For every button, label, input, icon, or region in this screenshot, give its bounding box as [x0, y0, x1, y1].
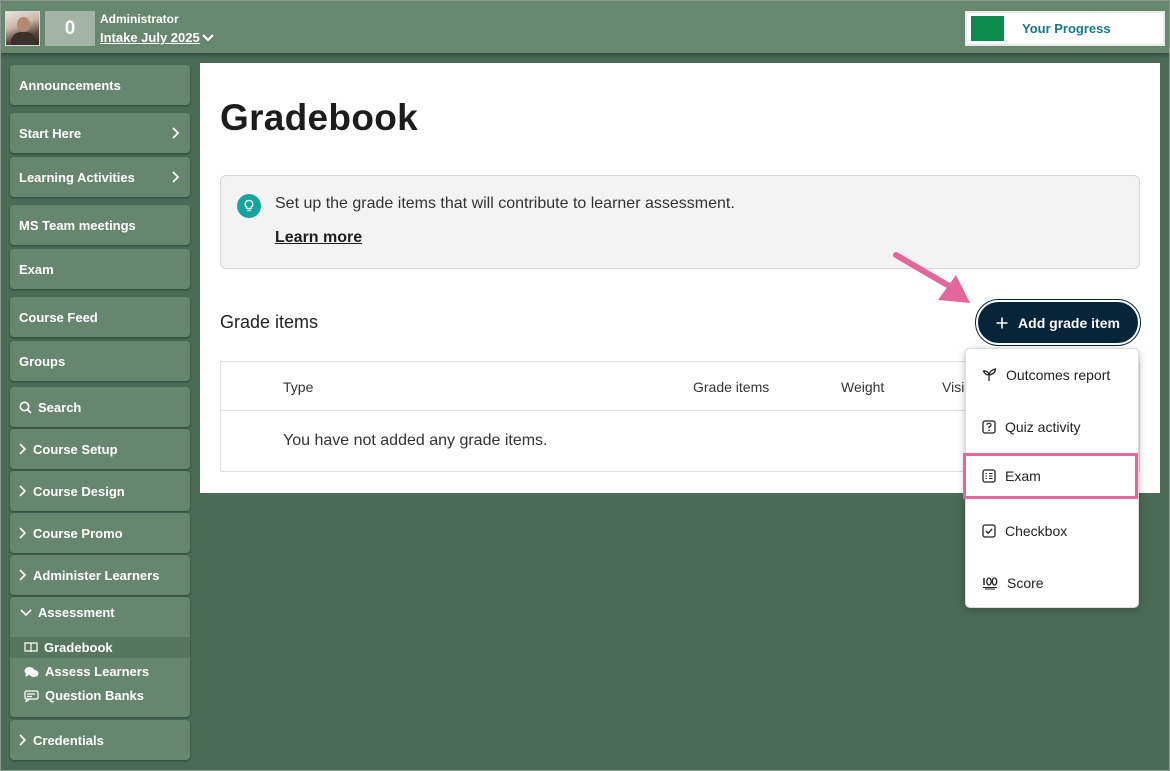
book-icon [24, 642, 38, 653]
chevron-down-icon [20, 608, 32, 616]
sidebar-item-question-banks[interactable]: Question Banks [10, 685, 190, 706]
add-grade-item-label: Add grade item [1018, 314, 1120, 331]
hundred-points-icon [983, 577, 998, 590]
intake-selector[interactable]: Intake July 2025 [100, 30, 214, 45]
add-grade-item-menu: Outcomes report Quiz activity Exam Check… [963, 348, 1139, 608]
sprout-icon [982, 368, 997, 381]
column-header-type: Type [283, 379, 314, 395]
info-callout: Set up the grade items that will contrib… [220, 175, 1140, 269]
sidebar-item-course-feed[interactable]: Course Feed [10, 297, 190, 337]
chevron-right-icon [172, 171, 180, 183]
sidebar-item-label: Search [38, 399, 82, 415]
chevron-right-icon [19, 527, 27, 539]
sidebar-item-label: Exam [19, 261, 54, 277]
chevron-right-icon [19, 485, 27, 497]
user-role: Administrator [100, 12, 179, 26]
page-title: Gradebook [220, 97, 419, 138]
sidebar-item-label: Start Here [19, 125, 82, 141]
menu-item-label: Checkbox [1005, 523, 1068, 539]
chevron-down-icon [202, 33, 214, 41]
exam-list-icon [982, 469, 996, 483]
sidebar-item-label: Gradebook [44, 640, 113, 655]
sidebar-item-exam[interactable]: Exam [10, 249, 190, 289]
avatar[interactable] [5, 11, 40, 46]
search-icon [19, 401, 32, 414]
plus-icon [996, 317, 1008, 328]
sidebar-item-label: Question Banks [45, 688, 144, 703]
menu-item-label: Outcomes report [1006, 367, 1111, 383]
sidebar-item-label: Learning Activities [19, 169, 135, 185]
sidebar-item-course-setup[interactable]: Course Setup [10, 429, 190, 469]
learn-more-link[interactable]: Learn more [275, 229, 362, 247]
chevron-right-icon [19, 443, 27, 455]
sidebar-item-course-design[interactable]: Course Design [10, 471, 190, 511]
sidebar-item-label: Announcements [19, 77, 121, 93]
chevron-right-icon [172, 127, 180, 139]
sidebar-item-label: Credentials [33, 732, 104, 748]
sidebar-item-label: Assess Learners [45, 664, 150, 679]
add-grade-item-button[interactable]: Add grade item [975, 299, 1141, 346]
sidebar-item-label: Course Promo [33, 525, 123, 541]
menu-item-quiz-activity[interactable]: Quiz activity [966, 404, 1138, 450]
sidebar-item-search[interactable]: Search [10, 387, 190, 427]
column-header-grade-items: Grade items [693, 379, 770, 395]
menu-item-label: Exam [1005, 468, 1041, 484]
question-bank-icon [24, 689, 39, 702]
sidebar-item-label: Administer Learners [33, 567, 160, 583]
progress-widget[interactable]: Your Progress [965, 11, 1165, 46]
sidebar-item-announcements[interactable]: Announcements [10, 65, 190, 105]
column-header-visible: Visi [942, 379, 965, 395]
menu-item-exam[interactable]: Exam [963, 453, 1138, 499]
column-header-weight: Weight [841, 379, 885, 395]
sidebar-item-gradebook[interactable]: Gradebook [10, 637, 190, 658]
sidebar-item-start-here[interactable]: Start Here [10, 113, 190, 153]
sidebar-item-credentials[interactable]: Credentials [10, 720, 190, 760]
lightbulb-icon [237, 194, 261, 218]
section-title: Grade items [220, 312, 319, 332]
sidebar-item-learning-activities[interactable]: Learning Activities [10, 157, 190, 197]
top-bar: 0 Administrator Intake July 2025 Your Pr… [0, 0, 1170, 53]
sidebar-item-groups[interactable]: Groups [10, 341, 190, 381]
menu-item-outcomes-report[interactable]: Outcomes report [966, 352, 1138, 398]
chevron-right-icon [19, 734, 27, 746]
sidebar-item-label: Course Feed [19, 309, 98, 325]
sidebar-item-label: Course Design [33, 483, 125, 499]
sidebar-item-assess-learners[interactable]: Assess Learners [10, 661, 190, 682]
info-text: Set up the grade items that will contrib… [275, 195, 735, 212]
sidebar-item-administer-learners[interactable]: Administer Learners [10, 555, 190, 595]
progress-fill [971, 16, 1004, 41]
notification-count[interactable]: 0 [45, 11, 95, 46]
sidebar-group-assessment: Assessment Gradebook Assess Learners Que… [10, 597, 190, 717]
chevron-right-icon [19, 569, 27, 581]
sidebar-item-course-promo[interactable]: Course Promo [10, 513, 190, 553]
sidebar-item-label: Assessment [38, 605, 115, 620]
progress-label: Your Progress [1022, 21, 1111, 36]
menu-item-score[interactable]: Score [966, 560, 1138, 606]
sidebar-item-assessment[interactable]: Assessment [20, 605, 115, 620]
sidebar-item-ms-team-meetings[interactable]: MS Team meetings [10, 205, 190, 245]
question-box-icon [982, 420, 996, 434]
empty-message: You have not added any grade items. [283, 432, 548, 449]
chat-bubbles-icon [24, 666, 39, 677]
sidebar-item-label: MS Team meetings [19, 217, 136, 233]
intake-label: Intake July 2025 [100, 30, 200, 45]
sidebar-item-label: Groups [19, 353, 66, 369]
menu-item-checkbox[interactable]: Checkbox [966, 508, 1138, 554]
sidebar-item-label: Course Setup [33, 441, 118, 457]
annotation-arrow-icon [893, 252, 970, 303]
menu-item-label: Quiz activity [1005, 419, 1081, 435]
checkbox-icon [982, 524, 996, 538]
menu-item-label: Score [1007, 575, 1044, 591]
